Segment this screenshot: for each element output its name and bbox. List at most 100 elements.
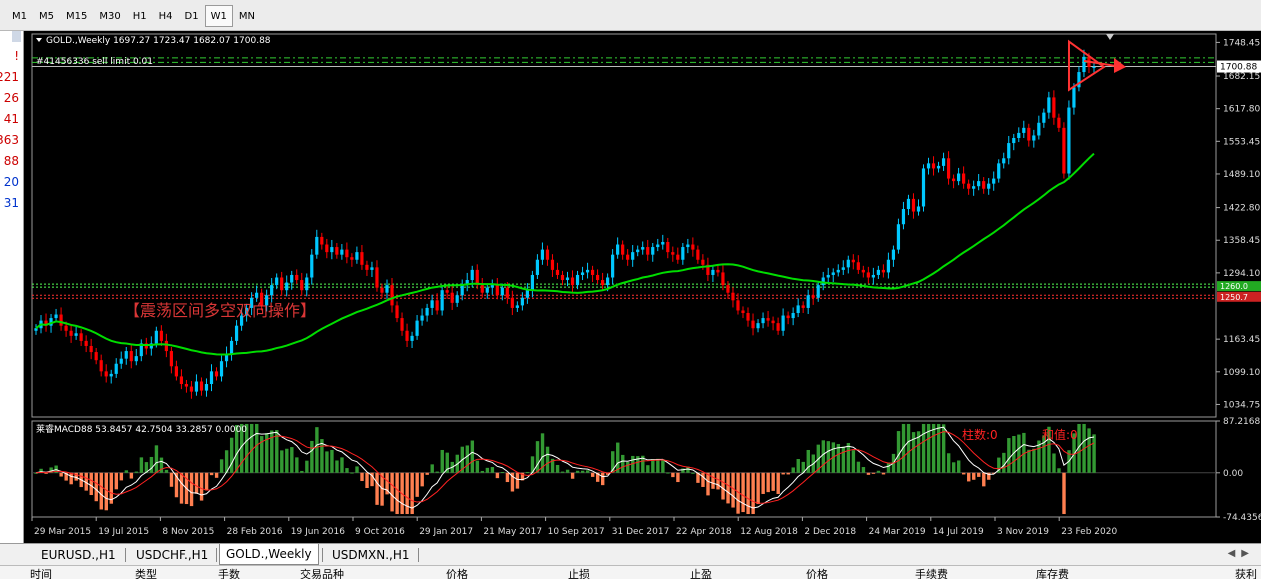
candle-body <box>585 269 590 273</box>
scroll-up-icon[interactable] <box>12 31 21 42</box>
candle-body <box>570 277 575 286</box>
macd-bar <box>340 457 344 473</box>
macd-bar <box>430 464 434 473</box>
candle-body <box>1092 66 1096 68</box>
macd-bar <box>114 472 119 490</box>
column-header: 交易品种 <box>300 568 344 579</box>
macd-bar <box>881 472 886 475</box>
tab-usdchf-h1[interactable]: USDCHF.,H1 <box>130 546 214 564</box>
candle-body <box>957 173 961 182</box>
macd-bar <box>1052 453 1056 473</box>
candle-body <box>746 313 750 321</box>
candle-body <box>315 236 319 255</box>
candle-body <box>84 340 88 346</box>
price-axis-label: 1553.45 <box>1223 137 1260 147</box>
candle-body <box>435 300 439 311</box>
candle-body <box>896 224 901 250</box>
candle-body <box>676 254 680 260</box>
macd-bar <box>731 472 735 508</box>
timeframe-mn-button[interactable]: MN <box>233 5 261 27</box>
macd-bar <box>365 472 369 489</box>
macd-bar <box>646 465 650 473</box>
macd-bar <box>134 471 139 473</box>
time-axis-label: 8 Nov 2015 <box>162 527 214 537</box>
candle-body <box>1002 158 1006 164</box>
candle-body <box>801 305 805 308</box>
chart-area[interactable]: 1748.45 1682.15 1617.80 1553.45 1489.10 1422.… <box>24 31 1261 543</box>
macd-bar <box>590 472 595 477</box>
macd-bar <box>435 471 439 473</box>
moving-average-line <box>35 152 1095 356</box>
chart-tabs: EURUSD.,H1 USDCHF.,H1 GOLD.,Weekly USDMX… <box>0 543 1261 565</box>
candle-body <box>696 249 700 260</box>
column-header: 止损 <box>568 568 590 579</box>
timeframe-m30-button[interactable]: M30 <box>93 5 126 27</box>
macd-bar <box>330 449 334 473</box>
chart-menu-icon[interactable] <box>36 38 42 42</box>
timeframe-m5-button[interactable]: M5 <box>33 5 60 27</box>
time-axis-label: 22 Apr 2018 <box>676 527 732 537</box>
macd-bar <box>1057 468 1061 473</box>
candle-body <box>545 249 550 260</box>
macd-bar <box>726 472 730 504</box>
candle-body <box>415 320 419 336</box>
candle-body <box>701 259 705 265</box>
candle-body <box>204 384 209 391</box>
candle-body <box>901 209 906 225</box>
macd-bar <box>746 472 750 515</box>
timeframe-w1-button[interactable]: W1 <box>204 5 233 27</box>
candle-body <box>189 386 194 392</box>
macd-bar <box>505 472 510 483</box>
macd-bar <box>781 472 785 475</box>
timeframe-h1-button[interactable]: H1 <box>127 5 153 27</box>
candle-body <box>300 280 304 291</box>
price-chart[interactable]: 1748.45 1682.15 1617.80 1553.45 1489.10 1422.… <box>24 31 1261 543</box>
candle-body <box>355 252 359 260</box>
chart-watermark: 【震荡区间多空双向操作】 <box>124 301 316 320</box>
candle-body <box>600 280 605 286</box>
time-axis-label: 3 Nov 2019 <box>997 527 1049 537</box>
macd-bar <box>967 472 971 482</box>
candle-body <box>1037 122 1041 136</box>
timeframe-m15-button[interactable]: M15 <box>60 5 93 27</box>
column-header: 时间 <box>30 568 52 579</box>
macd-bar <box>560 471 565 473</box>
tab-eurusd-h1[interactable]: EURUSD.,H1 <box>35 546 122 564</box>
macd-bar <box>495 472 500 479</box>
candle-body <box>535 259 540 275</box>
timeframe-h4-button[interactable]: H4 <box>153 5 179 27</box>
macd-bar <box>876 470 881 473</box>
macd-bar <box>826 441 831 473</box>
price-axis-label: 1099.10 <box>1223 368 1260 378</box>
candle-body <box>174 366 178 377</box>
timeframe-m1-button[interactable]: M1 <box>6 5 33 27</box>
candle-body <box>791 313 795 319</box>
macd-bar <box>957 460 961 473</box>
macd-bar <box>575 470 580 473</box>
tab-gold-weekly[interactable]: GOLD.,Weekly <box>219 544 319 565</box>
level-label: 1260.0 <box>1220 282 1248 291</box>
candle-body <box>64 325 68 331</box>
candle-body <box>972 186 976 189</box>
candle-body <box>982 181 986 189</box>
candle-body <box>119 358 123 364</box>
candle-body <box>510 297 514 308</box>
price-axis-label: 1034.75 <box>1223 400 1260 410</box>
macd-bar <box>194 472 199 494</box>
candle-body <box>360 252 364 265</box>
macd-bar <box>405 472 409 515</box>
candle-body <box>711 269 715 275</box>
chart-shift-icon[interactable] <box>1105 34 1114 40</box>
candle-body <box>886 259 891 273</box>
macd-bar <box>490 467 495 473</box>
tab-scroll-arrows-icon[interactable]: ◀▶ <box>1228 548 1255 559</box>
tab-usdmxn-h1[interactable]: USDMXN.,H1 <box>326 546 415 564</box>
macd-bar <box>139 457 144 473</box>
candle-body <box>214 371 219 377</box>
candle-body <box>1017 132 1021 138</box>
candle-body <box>229 340 234 354</box>
candle-body <box>325 244 329 253</box>
time-axis-label: 29 Jan 2017 <box>419 527 473 537</box>
macd-bar <box>786 472 790 475</box>
timeframe-d1-button[interactable]: D1 <box>179 5 205 27</box>
